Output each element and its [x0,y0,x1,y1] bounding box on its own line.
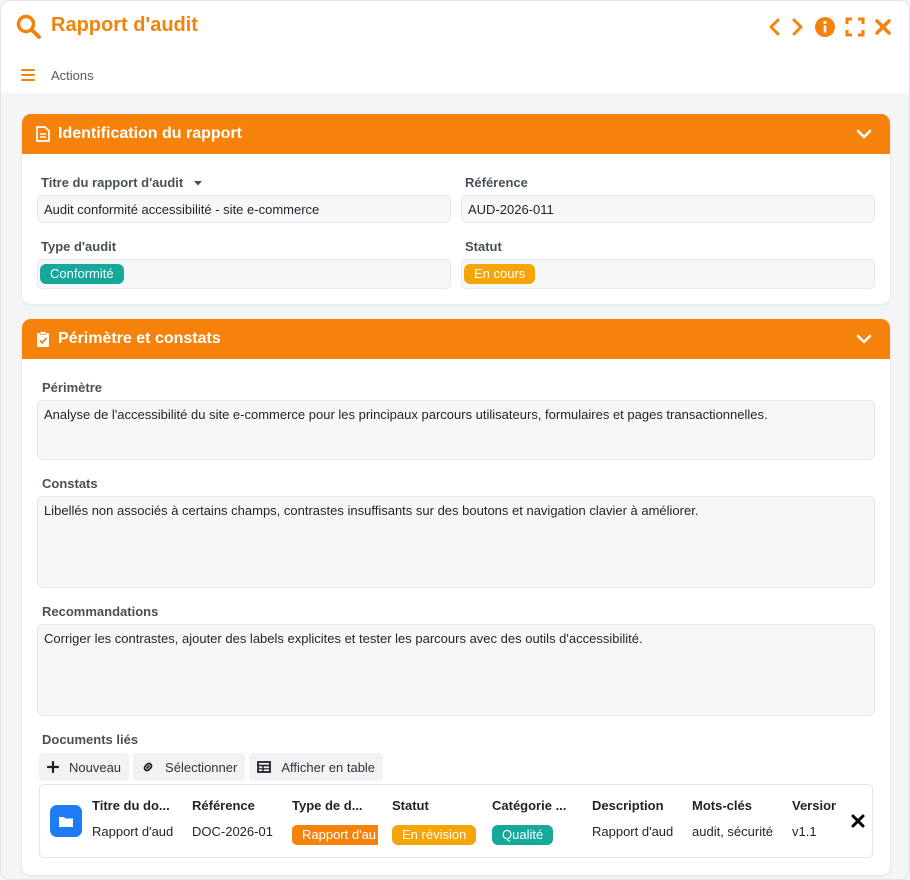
audit-report-window: Rapport d'audit Actions Identification d… [0,0,910,880]
column-header-mots-cles[interactable]: Mots-clés [692,798,784,813]
type-audit-field[interactable]: Conformité [37,259,451,289]
expand-icon [845,17,865,37]
cell-description: Rapport d'aud [592,824,674,839]
next-button[interactable] [787,15,809,39]
constats-field[interactable]: Libellés non associés à certains champs,… [37,496,875,588]
window-title: Rapport d'audit [51,14,198,36]
info-button[interactable] [814,15,836,39]
cell-titre[interactable]: Rapport d'aud [92,824,180,839]
type-badge: Rapport d'au [292,825,378,845]
documents-toolbar: Nouveau Sélectionner Afficher en table [39,753,384,781]
cell-version: v1.1 [792,824,817,839]
close-icon [875,19,891,35]
link-icon [143,762,153,772]
table-icon [257,761,272,773]
folder-icon[interactable] [50,805,82,837]
actions-menu[interactable]: Actions [21,65,94,85]
documents-lies-label: Documents liés [42,732,139,747]
recommandations-field[interactable]: Corriger les contrastes, ajouter des lab… [37,624,875,716]
column-header-reference[interactable]: Référence [192,798,284,813]
column-header-version[interactable]: Version [792,798,836,813]
remove-document-icon[interactable] [850,813,866,829]
perimetre-label: Périmètre [42,380,102,395]
fullscreen-button[interactable] [844,15,866,39]
search-icon[interactable] [15,13,43,41]
show-table-button[interactable]: Afficher en table [249,753,384,781]
statut-label: Statut [465,239,502,254]
column-header-statut[interactable]: Statut [392,798,484,813]
cell-statut: En révision [392,825,484,845]
cell-type: Rapport d'au [292,825,378,845]
reference-label: Référence [465,175,528,190]
cell-categorie: Qualité [492,825,584,845]
caret-down-icon[interactable] [193,179,203,187]
identification-section-header[interactable]: Identification du rapport [22,114,890,154]
title-bar: Rapport d'audit Actions [1,1,909,93]
chevron-right-icon [792,18,803,36]
type-audit-label: Type d'audit [41,239,117,254]
perimetre-section-header[interactable]: Périmètre et constats [22,319,890,359]
clipboard-check-icon [37,331,49,347]
column-header-description[interactable]: Description [592,798,684,813]
close-button[interactable] [872,15,894,39]
column-header-type[interactable]: Type de d... [292,798,384,813]
categorie-badge: Qualité [492,825,554,845]
reference-field[interactable]: AUD-2026-011 [461,195,875,223]
titre-field[interactable]: Audit conformité accessibilité - site e-… [37,195,451,223]
plus-icon [47,761,59,773]
column-header-categorie[interactable]: Catégorie ... [492,798,584,813]
statut-badge: En cours [464,264,536,284]
statut-field[interactable]: En cours [461,259,875,289]
cell-mots-cles: audit, sécurité [692,824,773,839]
hamburger-menu-icon[interactable] [21,69,35,81]
linked-documents-table: Titre du do... Référence Type de d... St… [39,784,873,858]
titre-label: Titre du rapport d'audit [41,175,203,190]
select-document-button[interactable]: Sélectionner [133,753,246,781]
previous-button[interactable] [763,15,785,39]
chevron-down-icon[interactable] [856,331,872,347]
constats-label: Constats [42,476,98,491]
chevron-left-icon [769,18,780,36]
actions-label[interactable]: Actions [51,68,94,83]
perimetre-field[interactable]: Analyse de l'accessibilité du site e-com… [37,400,875,460]
identification-section: Identification du rapport Titre du rappo… [22,114,890,304]
statut-badge: En révision [392,825,477,845]
column-header-titre[interactable]: Titre du do... [92,798,180,813]
section-title: Périmètre et constats [58,330,221,347]
cell-reference: DOC-2026-01 [192,824,273,839]
chevron-down-icon[interactable] [856,126,872,142]
new-document-button[interactable]: Nouveau [39,753,130,781]
document-icon [36,126,50,142]
info-icon [815,17,835,37]
section-title: Identification du rapport [58,125,242,142]
recommandations-label: Recommandations [42,604,159,619]
type-audit-badge: Conformité [40,264,124,284]
